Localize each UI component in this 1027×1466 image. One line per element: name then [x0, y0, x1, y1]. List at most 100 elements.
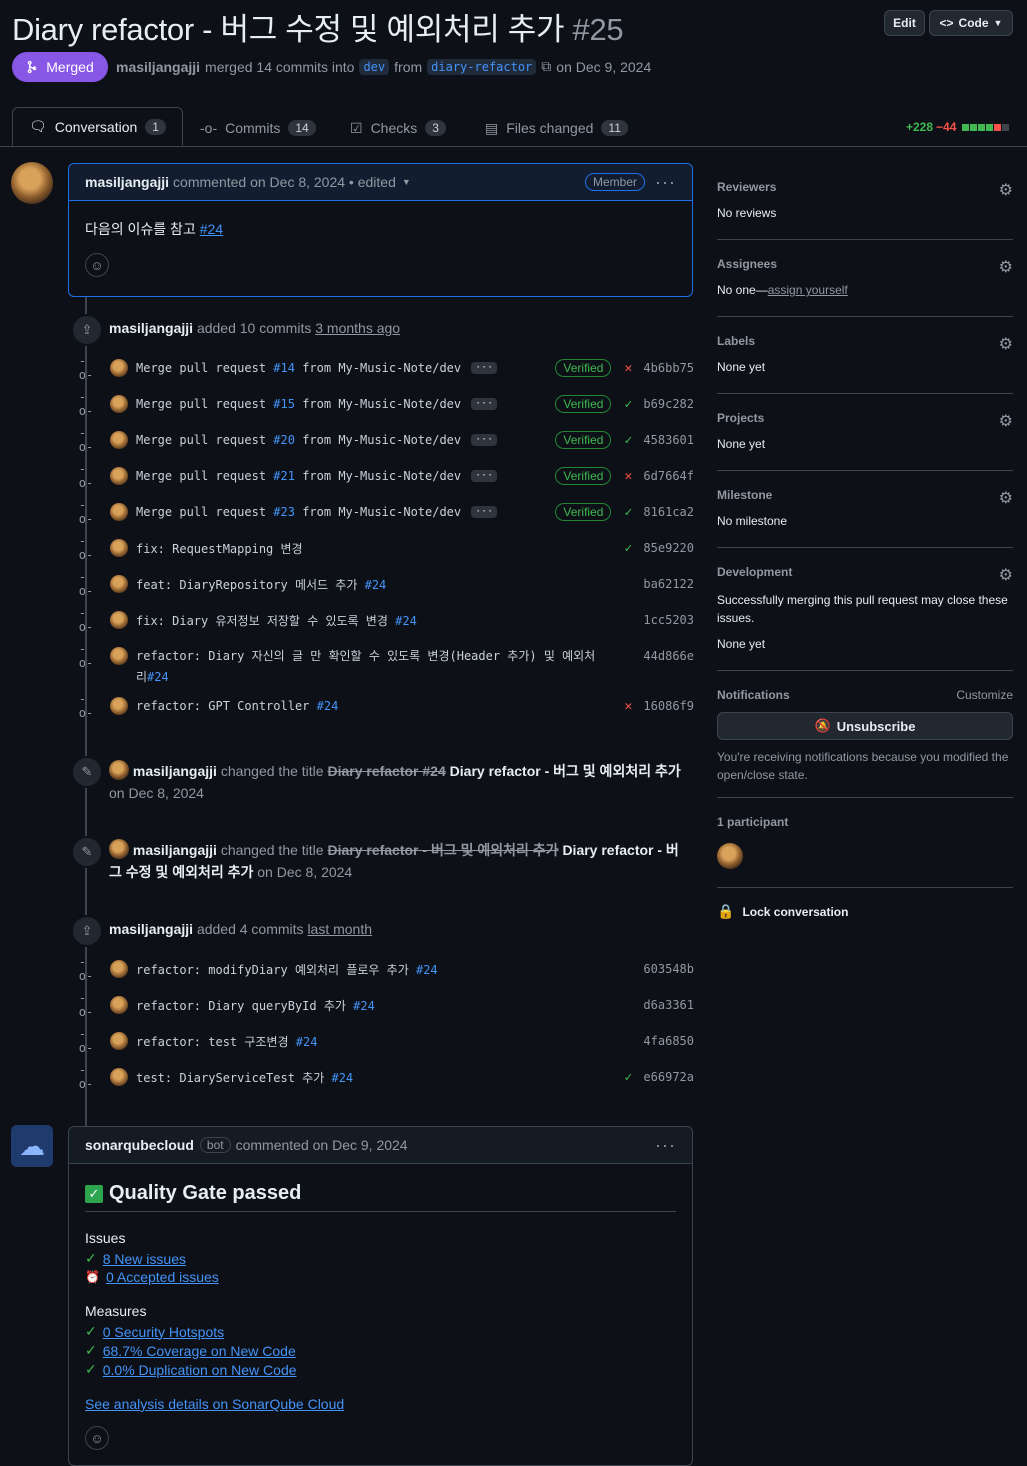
commit-sha[interactable]: 8161ca2 [643, 505, 694, 519]
tab-files-changed[interactable]: ▤ Files changed 11 [485, 110, 628, 146]
commit-sha[interactable]: 6d7664f [643, 469, 694, 483]
commit-avatar[interactable] [110, 431, 128, 449]
participant-avatar[interactable] [717, 843, 743, 869]
check-icon[interactable]: ✓ [617, 541, 639, 556]
commit-avatar[interactable] [110, 697, 128, 715]
smiley-icon[interactable]: ☺ [85, 253, 109, 277]
hotspots-link[interactable]: 0 Security Hotspots [103, 1324, 224, 1340]
commit-sha[interactable]: ba62122 [643, 577, 694, 591]
commit-sha[interactable]: 4583601 [643, 433, 694, 447]
gear-icon[interactable]: ⚙ [999, 180, 1013, 200]
commit-message[interactable]: refactor: Diary queryById 추가 #24 [136, 997, 375, 1014]
avatar[interactable] [109, 839, 129, 859]
commit-message[interactable]: Merge pull request #20 from My-Music-Not… [136, 433, 461, 447]
kebab-horizontal-icon[interactable]: ··· [655, 172, 676, 193]
coverage-link[interactable]: 68.7% Coverage on New Code [103, 1343, 296, 1359]
avatar[interactable] [109, 760, 129, 780]
x-icon[interactable]: ✕ [617, 699, 639, 714]
commit-sha[interactable]: 85e9220 [643, 541, 694, 555]
issue-link[interactable]: #20 [273, 433, 295, 447]
comment-meta[interactable]: commented on Dec 9, 2024 [236, 1137, 408, 1153]
issue-link[interactable]: #24 [317, 699, 339, 713]
commit-message[interactable]: fix: RequestMapping 변경 [136, 540, 303, 557]
commit-sha[interactable]: 1cc5203 [643, 613, 694, 627]
issue-link[interactable]: #21 [273, 469, 295, 483]
verified-badge[interactable]: Verified [555, 503, 612, 521]
pr-author-link[interactable]: masiljangajji [116, 59, 200, 75]
event-author[interactable]: masiljangajji [109, 921, 193, 937]
issue-link[interactable]: #24 [395, 614, 417, 628]
commit-message[interactable]: Merge pull request #14 from My-Music-Not… [136, 361, 461, 375]
issue-link[interactable]: #15 [273, 397, 295, 411]
event-author[interactable]: masiljangajji [133, 763, 217, 779]
gear-icon[interactable]: ⚙ [999, 411, 1013, 431]
duplication-link[interactable]: 0.0% Duplication on New Code [103, 1362, 297, 1378]
commit-avatar[interactable] [110, 575, 128, 593]
kebab-horizontal-icon[interactable]: ··· [655, 1135, 676, 1156]
commit-message[interactable]: Merge pull request #15 from My-Music-Not… [136, 397, 461, 411]
commit-avatar[interactable] [110, 996, 128, 1014]
issue-link[interactable]: #24 [200, 221, 223, 237]
commit-avatar[interactable] [110, 960, 128, 978]
commit-message[interactable]: test: DiaryServiceTest 추가 #24 [136, 1069, 353, 1086]
lock-conversation-link[interactable]: 🔒 Lock conversation [717, 903, 848, 920]
commit-message[interactable]: refactor: Diary 자신의 글 만 확인할 수 있도록 변경(Hea… [136, 646, 606, 688]
comment-author[interactable]: sonarqubecloud [85, 1137, 194, 1153]
commit-avatar[interactable] [110, 395, 128, 413]
x-icon[interactable]: ✕ [617, 469, 639, 484]
head-branch[interactable]: diary-refactor [427, 58, 537, 75]
edit-button[interactable]: Edit [884, 10, 925, 36]
commit-message[interactable]: Merge pull request #23 from My-Music-Not… [136, 505, 461, 519]
comment-author[interactable]: masiljangajji [85, 174, 169, 190]
event-time[interactable]: last month [307, 921, 372, 937]
gear-icon[interactable]: ⚙ [999, 334, 1013, 354]
base-branch[interactable]: dev [359, 58, 390, 75]
sonarqube-avatar[interactable]: ☁ [11, 1125, 53, 1167]
issue-link[interactable]: #14 [273, 361, 295, 375]
commit-avatar[interactable] [110, 467, 128, 485]
event-author[interactable]: masiljangajji [133, 842, 217, 858]
comment-meta[interactable]: commented on Dec 8, 2024 • edited [173, 174, 396, 190]
expand-ellipsis-button[interactable]: ··· [471, 398, 498, 410]
smiley-icon[interactable]: ☺ [85, 1426, 109, 1450]
event-author[interactable]: masiljangajji [109, 320, 193, 336]
gear-icon[interactable]: ⚙ [999, 257, 1013, 277]
check-icon[interactable]: ✓ [617, 397, 639, 412]
customize-link[interactable]: Customize [956, 688, 1013, 702]
issue-link[interactable]: #24 [331, 1071, 353, 1085]
commit-avatar[interactable] [110, 647, 128, 665]
commit-message[interactable]: feat: DiaryRepository 메서드 추가 #24 [136, 576, 386, 593]
commit-message[interactable]: refactor: GPT Controller #24 [136, 699, 338, 713]
tab-conversation[interactable]: 🗨 Conversation 1 [12, 107, 183, 146]
commit-sha[interactable]: b69c282 [643, 397, 694, 411]
accepted-issues-link[interactable]: 0 Accepted issues [106, 1269, 219, 1285]
commit-message[interactable]: refactor: modifyDiary 예외처리 플로우 추가 #24 [136, 961, 438, 978]
commit-message[interactable]: refactor: test 구조변경 #24 [136, 1033, 317, 1050]
issue-link[interactable]: #24 [365, 578, 387, 592]
expand-ellipsis-button[interactable]: ··· [471, 434, 498, 446]
commit-sha[interactable]: 44d866e [643, 649, 694, 663]
expand-ellipsis-button[interactable]: ··· [471, 506, 498, 518]
new-issues-link[interactable]: 8 New issues [103, 1251, 186, 1267]
verified-badge[interactable]: Verified [555, 431, 612, 449]
commit-sha[interactable]: 16086f9 [643, 699, 694, 713]
commit-message[interactable]: Merge pull request #21 from My-Music-Not… [136, 469, 461, 483]
commit-avatar[interactable] [110, 359, 128, 377]
issue-link[interactable]: #24 [353, 999, 375, 1013]
x-icon[interactable]: ✕ [617, 361, 639, 376]
commit-avatar[interactable] [110, 1032, 128, 1050]
verified-badge[interactable]: Verified [555, 359, 612, 377]
commit-sha[interactable]: e66972a [643, 1070, 694, 1084]
commit-sha[interactable]: 4b6bb75 [643, 361, 694, 375]
avatar[interactable] [11, 162, 53, 204]
verified-badge[interactable]: Verified [555, 467, 612, 485]
commit-avatar[interactable] [110, 539, 128, 557]
tab-checks[interactable]: ☑ Checks 3 [350, 110, 446, 146]
commit-message[interactable]: fix: Diary 유저정보 저장할 수 있도록 변경 #24 [136, 612, 417, 629]
verified-badge[interactable]: Verified [555, 395, 612, 413]
event-time[interactable]: 3 months ago [315, 320, 400, 336]
copy-icon[interactable]: ⧉ [541, 58, 551, 75]
issue-link[interactable]: #24 [416, 963, 438, 977]
commit-avatar[interactable] [110, 611, 128, 629]
check-icon[interactable]: ✓ [617, 505, 639, 520]
